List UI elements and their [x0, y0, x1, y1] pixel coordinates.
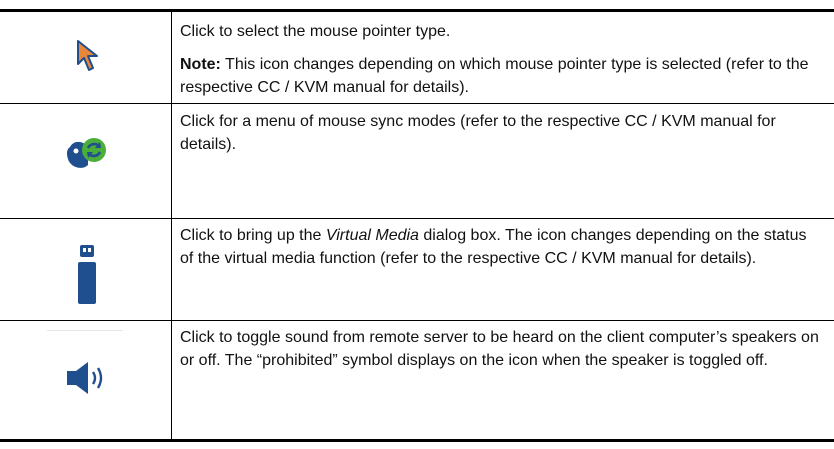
table-row: Click to select the mouse pointer type. …	[0, 12, 834, 103]
table-row: Click to toggle sound from remote server…	[0, 321, 834, 439]
table-bottom-rule	[0, 439, 834, 442]
description-cell: Click to select the mouse pointer type. …	[180, 20, 820, 99]
note-text: This icon changes depending on which mou…	[180, 56, 809, 96]
icon-cell	[0, 12, 171, 103]
icon-cell	[0, 104, 171, 218]
note-label: Note:	[180, 56, 221, 73]
speaker-icon	[67, 362, 103, 394]
note-paragraph: Note: This icon changes depending on whi…	[180, 53, 820, 99]
mouse-sync-icon	[66, 138, 106, 168]
table-row: Click to bring up the Virtual Media dial…	[0, 219, 834, 320]
description-cell: Click to toggle sound from remote server…	[180, 326, 820, 372]
icon-cell	[0, 321, 171, 439]
table-row: Click for a menu of mouse sync modes (re…	[0, 104, 834, 218]
mouse-pointer-icon	[77, 40, 98, 71]
row-description: Click to bring up the Virtual Media dial…	[180, 224, 820, 270]
virtual-media-term: Virtual Media	[325, 227, 419, 244]
row-description: Click to toggle sound from remote server…	[180, 329, 819, 369]
description-text: Click to bring up the	[180, 227, 326, 244]
description-cell: Click to bring up the Virtual Media dial…	[180, 224, 820, 270]
description-cell: Click for a menu of mouse sync modes (re…	[180, 110, 820, 156]
usb-drive-icon	[78, 245, 96, 304]
icon-separator	[47, 330, 123, 331]
row-description: Click for a menu of mouse sync modes (re…	[180, 113, 776, 153]
row-description: Click to select the mouse pointer type.	[180, 23, 451, 40]
icon-cell	[0, 219, 171, 320]
